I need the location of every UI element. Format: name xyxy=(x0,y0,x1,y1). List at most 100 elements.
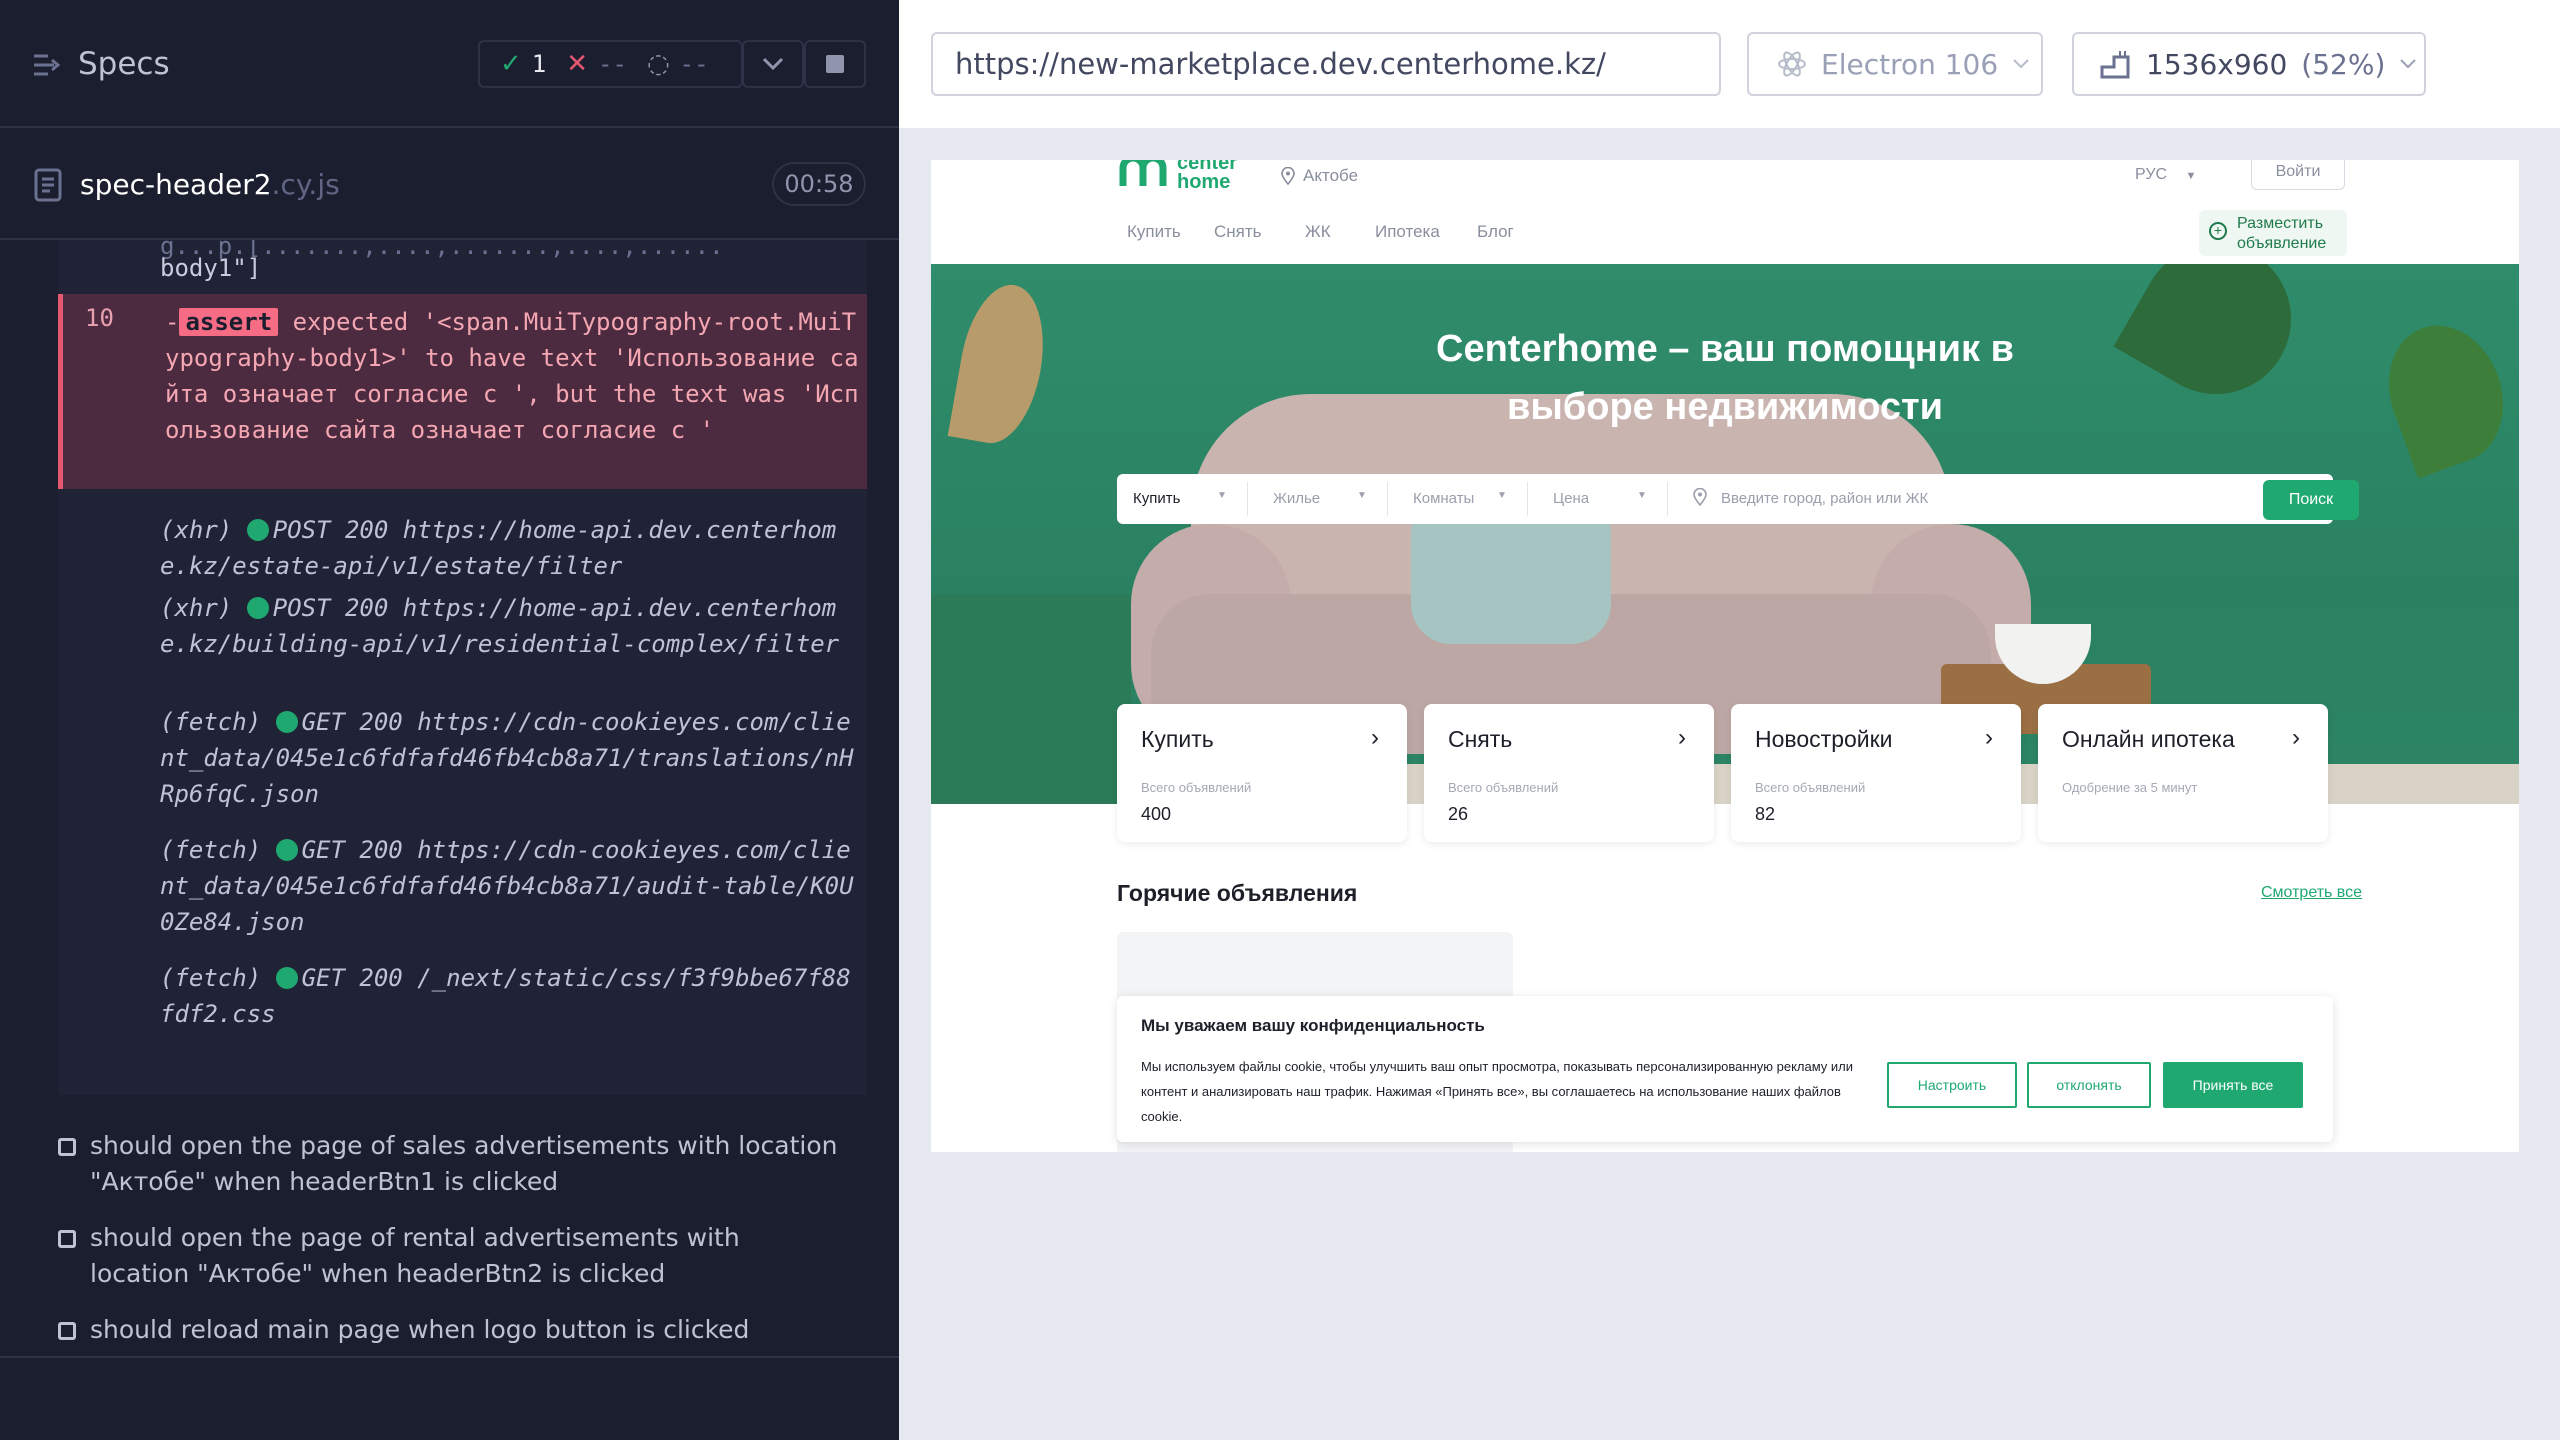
cookie-title: Мы уважаем вашу конфиденциальность xyxy=(1141,1016,1485,1035)
language-selector[interactable]: РУС ▼ xyxy=(2135,166,2196,184)
aut-toolbar: https://new-marketplace.dev.centerhome.k… xyxy=(899,0,2560,128)
hero-cabinet xyxy=(931,594,1131,804)
assert-keyword: assert xyxy=(179,308,279,336)
chevron-down-icon xyxy=(2400,59,2417,69)
check-icon: ✓ xyxy=(500,49,522,79)
passed-stat: ✓ 1 xyxy=(500,49,546,79)
caret-down-icon: ▼ xyxy=(1497,490,1507,501)
browser-label: Electron 106 xyxy=(1821,47,1999,81)
failed-count: -- xyxy=(598,50,627,78)
city-selector[interactable]: Актобе xyxy=(1281,166,1358,186)
status-dot-icon xyxy=(246,519,269,541)
command-log[interactable]: g...p.[.......,....,.......,....,...... … xyxy=(58,240,867,1095)
category-card-rent[interactable]: Снять › Всего объявлений 26 xyxy=(1424,704,1714,842)
caret-down-icon: ▼ xyxy=(1637,490,1647,501)
url-bar[interactable]: https://new-marketplace.dev.centerhome.k… xyxy=(931,32,1721,96)
deal-select[interactable]: Купить xyxy=(1133,490,1180,507)
status-dot-icon xyxy=(275,839,298,861)
browser-selector[interactable]: Electron 106 xyxy=(1747,32,2043,96)
login-button[interactable]: Войти xyxy=(2251,160,2345,190)
log-entry[interactable]: (fetch) GET 200 /_next/static/css/f3f9bb… xyxy=(160,960,860,1032)
cookie-consent-banner: Мы уважаем вашу конфиденциальность Мы ис… xyxy=(1117,996,2333,1142)
nav-rent[interactable]: Снять xyxy=(1214,222,1262,242)
test-item[interactable]: should open the page of sales advertisem… xyxy=(58,1128,838,1200)
command-log-panel: Specs ✓ 1 ✕ -- ◌ -- spec-header2.cy.js 0… xyxy=(0,0,899,1440)
post-ad-button[interactable]: + Разместить объявление xyxy=(2199,210,2347,256)
category-card-mortgage[interactable]: Онлайн ипотека › Одобрение за 5 минут xyxy=(2038,704,2328,842)
collapse-button[interactable] xyxy=(742,40,804,88)
pending-count: -- xyxy=(679,50,709,78)
stop-button[interactable] xyxy=(804,40,866,88)
see-all-link[interactable]: Смотреть все xyxy=(2261,884,2362,902)
type-select[interactable]: Жилье xyxy=(1273,490,1320,507)
assert-error-message: - assert expected '<span.MuiTypography-ro… xyxy=(165,308,859,444)
failed-stat: ✕ -- xyxy=(566,49,627,79)
rooms-select[interactable]: Комнаты xyxy=(1413,490,1474,507)
status-dot-icon xyxy=(275,967,298,989)
assert-error-row[interactable]: 10 - assert expected '<span.MuiTypography… xyxy=(58,294,867,489)
caret-down-icon: ▼ xyxy=(2185,170,2197,182)
chevron-right-icon: › xyxy=(1678,724,1686,751)
test-status-square-icon xyxy=(58,1322,76,1340)
viewport-selector[interactable]: 1536x960 (52%) xyxy=(2072,32,2426,96)
map-pin-icon xyxy=(1693,488,1707,506)
test-stats: ✓ 1 ✕ -- ◌ -- xyxy=(478,40,743,88)
test-status-square-icon xyxy=(58,1230,76,1248)
map-pin-icon xyxy=(1281,167,1295,185)
chevron-down-icon xyxy=(2013,59,2029,69)
nav-buy[interactable]: Купить xyxy=(1127,222,1181,242)
website-frame: center home Актобе РУС ▼ Войти Купить Сня… xyxy=(931,160,2519,1152)
test-item[interactable]: should reload main page when logo button… xyxy=(58,1312,838,1348)
nav-blog[interactable]: Блог xyxy=(1477,222,1514,242)
test-status-square-icon xyxy=(58,1138,76,1156)
log-entry[interactable]: (xhr) POST 200 https://home-api.dev.cent… xyxy=(160,512,860,584)
log-entry[interactable]: (fetch) GET 200 https://cdn-cookieyes.co… xyxy=(160,832,860,940)
test-item[interactable]: should open the page of rental advertise… xyxy=(58,1220,838,1292)
log-fragment-line: body1"] xyxy=(160,254,262,282)
spec-file-name[interactable]: spec-header2.cy.js xyxy=(80,168,340,201)
caret-down-icon: ▼ xyxy=(1217,490,1227,501)
spec-file-row: spec-header2.cy.js 00:58 xyxy=(0,150,899,240)
test-title: should open the page of rental advertise… xyxy=(90,1223,740,1288)
search-bar: Купить ▼ Жилье ▼ Комнаты ▼ Цена ▼ Введит… xyxy=(1117,474,2359,524)
price-select[interactable]: Цена xyxy=(1553,490,1589,507)
nav-complexes[interactable]: ЖК xyxy=(1305,222,1331,242)
chevron-right-icon: › xyxy=(1985,724,1993,751)
category-card-new-buildings[interactable]: Новостройки › Всего объявлений 82 xyxy=(1731,704,2021,842)
logo-mark-icon xyxy=(1119,160,1167,186)
stop-icon xyxy=(826,55,844,73)
zoom-level: (52%) xyxy=(2301,47,2386,81)
app-preview-panel: https://new-marketplace.dev.centerhome.k… xyxy=(899,0,2560,1440)
pending-stat: ◌ -- xyxy=(647,49,709,79)
cookie-accept-button[interactable]: Принять все xyxy=(2163,1062,2303,1108)
category-card-buy[interactable]: Купить › Всего объявлений 400 xyxy=(1117,704,1407,842)
specs-title[interactable]: Specs xyxy=(78,46,170,82)
caret-down-icon: ▼ xyxy=(1357,490,1367,501)
location-search-input[interactable]: Введите город, район или ЖК xyxy=(1721,490,1928,507)
spec-timer: 00:58 xyxy=(772,162,866,206)
cookie-text: Мы используем файлы cookie, чтобы улучши… xyxy=(1141,1059,1854,1124)
log-entry[interactable]: (xhr) POST 200 https://home-api.dev.cent… xyxy=(160,590,860,662)
status-dot-icon xyxy=(246,597,269,619)
cookie-customize-button[interactable]: Настроить xyxy=(1887,1062,2017,1108)
search-button[interactable]: Поиск xyxy=(2263,480,2359,520)
pending-circle-icon: ◌ xyxy=(646,49,670,79)
chevron-right-icon: › xyxy=(1371,724,1379,751)
x-icon: ✕ xyxy=(566,49,589,79)
viewport-size: 1536x960 xyxy=(2146,47,2288,81)
cookie-reject-button[interactable]: отклонять xyxy=(2027,1062,2151,1108)
plus-circle-icon: + xyxy=(2209,222,2227,240)
chevron-down-icon xyxy=(762,57,784,71)
file-icon xyxy=(34,168,62,202)
status-dot-icon xyxy=(275,711,298,733)
nav-mortgage[interactable]: Ипотека xyxy=(1375,222,1440,242)
divider xyxy=(0,1356,899,1358)
test-title: should reload main page when logo button… xyxy=(90,1315,750,1344)
test-title: should open the page of sales advertisem… xyxy=(90,1131,838,1196)
chevron-right-icon: › xyxy=(2292,724,2300,751)
logo-text: center home xyxy=(1177,160,1238,193)
log-entry[interactable]: (fetch) GET 200 https://cdn-cookieyes.co… xyxy=(160,704,860,812)
ruler-icon xyxy=(2100,51,2130,79)
specs-list-icon[interactable] xyxy=(32,50,62,80)
command-number: 10 xyxy=(85,304,114,332)
